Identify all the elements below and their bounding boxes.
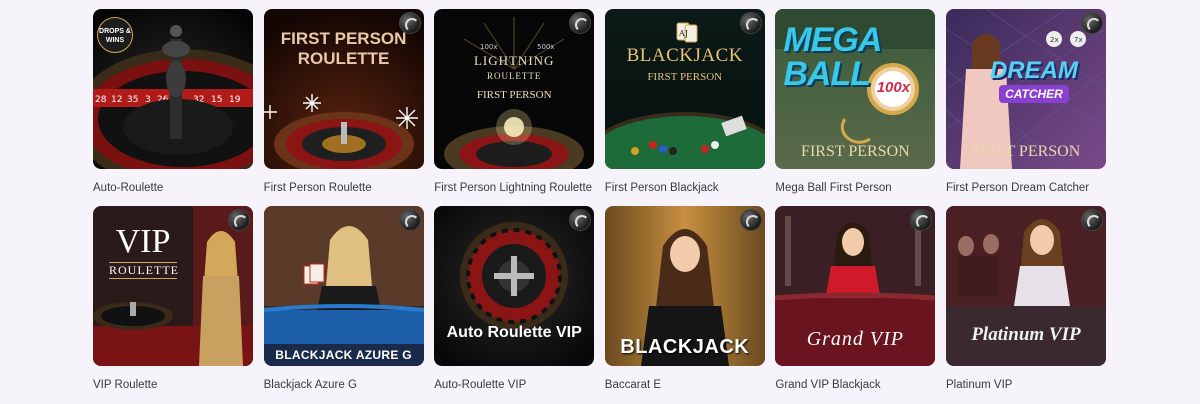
thumb-title-line1: DREAM [989,57,1078,84]
thumb-title-line1: FIRST PERSON [280,29,407,48]
provider-icon [228,209,250,231]
provider-icon [398,209,421,231]
game-tile-blackjack-azure-g[interactable]: BLACKJACK AZURE G Blackjack Azure G [263,206,424,403]
provider-icon [739,12,762,34]
blackjack-azure-art [263,206,424,366]
thumb-title-line2: FIRST PERSON [647,71,723,83]
game-tile-first-person-lightning-roulette[interactable]: 100x 500x LIGHTNING ROULETTE FIRST PERSO… [434,9,595,206]
thumb-title: Platinum VIP [971,324,1081,345]
game-thumbnail[interactable]: Platinum VIP [945,206,1106,366]
game-title[interactable]: First Person Roulette [264,181,424,195]
thumb-title: VIP ROULETTE [103,224,183,279]
thumb-title: BLACKJACK FIRST PERSON [605,45,765,83]
thumb-title: FIRST PERSON ROULETTE [264,29,424,69]
game-thumbnail[interactable]: MEGA BALL 100x FIRST PERSON [775,9,936,169]
thumb-title: DREAM CATCHER [974,57,1094,103]
game-tile-first-person-dream-catcher[interactable]: 2x 7x DREAM CATCHER FIRST PERSON First P… [945,9,1106,206]
game-tile-baccarat-e[interactable]: BLACKJACK Baccarat E [604,206,765,403]
thumb-title-line2: CATCHER [999,85,1069,103]
svg-text:15: 15 [211,95,222,105]
thumb-title: LIGHTNING ROULETTE FIRST PERSON [434,53,594,101]
svg-text:12: 12 [111,95,122,105]
thumb-title-line2: ROULETTE [297,49,390,68]
thumb-title-line2: ROULETTE [109,262,179,279]
game-thumbnail[interactable]: Grand VIP [775,206,936,366]
game-thumbnail[interactable]: AJ BLACKJACK FIRST PERSON [604,9,765,169]
game-title[interactable]: Baccarat E [605,378,765,392]
game-grid: 28 12 35 3 26 32 15 19 DROPS & WINS Auto-Roul… [93,9,1106,403]
game-thumbnail[interactable]: FIRST PERSON ROULETTE [263,9,424,169]
game-thumbnail[interactable]: 2x 7x DREAM CATCHER FIRST PERSON [945,9,1106,169]
thumb-subtitle: FIRST PERSON [801,143,910,160]
svg-text:500x: 500x [537,43,555,51]
game-title[interactable]: Auto-Roulette [93,181,253,195]
thumb-title-line3: FIRST PERSON [476,89,552,101]
svg-text:AJ: AJ [678,29,688,38]
game-thumbnail[interactable]: BLACKJACK AZURE G [263,206,424,366]
game-title[interactable]: Grand VIP Blackjack [775,378,935,392]
game-tile-grand-vip-blackjack[interactable]: Grand VIP Grand VIP Blackjack [775,206,936,403]
provider-icon [1080,209,1103,231]
thumb-title-line1: LIGHTNING [473,53,555,68]
drops-wins-badge: DROPS & WINS [97,17,133,53]
game-tile-vip-roulette[interactable]: VIP ROULETTE VIP Roulette [93,206,253,403]
game-thumbnail[interactable]: BLACKJACK [604,206,765,366]
game-tile-platinum-vip[interactable]: Platinum VIP Platinum VIP [945,206,1106,403]
game-title[interactable]: First Person Blackjack [605,181,765,195]
provider-icon [398,12,421,34]
multiplier-label: 100x [876,79,911,96]
provider-icon [739,209,762,231]
thumb-title-line1: VIP [115,223,171,260]
game-title[interactable]: Blackjack Azure G [264,378,424,392]
game-title[interactable]: Platinum VIP [946,378,1106,392]
game-tile-auto-roulette-vip[interactable]: Auto Roulette VIP Auto-Roulette VIP [434,206,595,403]
game-tile-mega-ball-first-person[interactable]: MEGA BALL 100x FIRST PERSON Mega Ball Fi… [775,9,936,206]
roulette-wheel-icon [434,206,595,366]
svg-text:19: 19 [229,95,241,105]
game-title[interactable]: First Person Dream Catcher [946,181,1106,195]
game-title[interactable]: Mega Ball First Person [775,181,935,195]
thumb-title-line2: BALL [783,55,871,93]
game-title[interactable]: VIP Roulette [93,378,253,392]
thumb-title: Auto Roulette VIP [446,324,582,341]
thumb-title: BLACKJACK AZURE G [263,344,424,366]
thumb-title-line1: MEGA [783,21,882,59]
game-thumbnail[interactable]: VIP ROULETTE [93,206,253,366]
game-thumbnail[interactable]: 28 12 35 3 26 32 15 19 DROPS & WINS [93,9,253,169]
svg-text:7x: 7x [1074,36,1083,44]
thumb-title: MEGA BALL [783,21,882,93]
svg-text:35: 35 [127,95,138,105]
provider-icon [1080,12,1103,34]
game-title[interactable]: First Person Lightning Roulette [434,181,594,195]
svg-text:28: 28 [95,95,107,105]
game-title[interactable]: Auto-Roulette VIP [434,378,594,392]
svg-text:100x: 100x [480,43,498,51]
thumb-title-line1: BLACKJACK [626,45,743,66]
game-tile-first-person-blackjack[interactable]: AJ BLACKJACK FIRST PERSON First Person B… [604,9,765,206]
svg-text:2x: 2x [1050,36,1059,44]
game-tile-auto-roulette[interactable]: 28 12 35 3 26 32 15 19 DROPS & WINS Auto-Roul… [93,9,253,206]
thumb-subtitle: FIRST PERSON [971,143,1081,160]
blackjack-table-art: AJ [604,9,765,169]
thumb-title: BLACKJACK [620,336,750,358]
thumb-title-line2: ROULETTE [486,71,542,81]
game-thumbnail[interactable]: 100x 500x LIGHTNING ROULETTE FIRST PERSO… [434,9,595,169]
game-thumbnail[interactable]: Auto Roulette VIP [434,206,595,366]
game-tile-first-person-roulette[interactable]: FIRST PERSON ROULETTE First Person Roule… [263,9,424,206]
thumb-title: Grand VIP [806,328,905,350]
